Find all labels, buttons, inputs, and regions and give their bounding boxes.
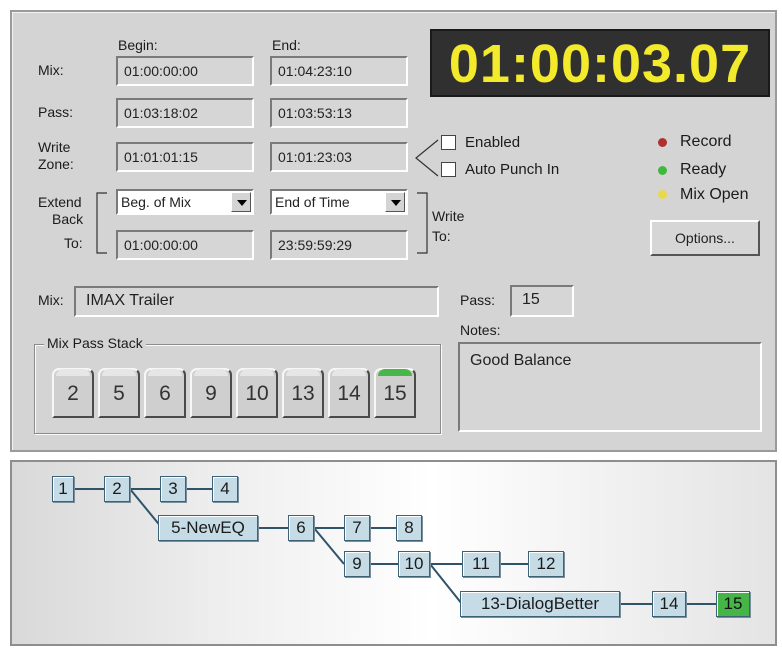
tree-node-12[interactable]: 12	[528, 551, 564, 577]
tree-node-3[interactable]: 3	[160, 476, 186, 502]
tree-node-4[interactable]: 4	[212, 476, 238, 502]
tree-node-6[interactable]: 6	[288, 515, 314, 541]
tree-node-8[interactable]: 8	[396, 515, 422, 541]
tree-node-10[interactable]: 10	[398, 551, 430, 577]
tree-node-11[interactable]: 11	[462, 551, 500, 577]
tree-node-9[interactable]: 9	[344, 551, 370, 577]
tree-node-14[interactable]: 14	[652, 591, 686, 617]
tree-node-13[interactable]: 13-DialogBetter	[460, 591, 620, 617]
tree-node-7[interactable]: 7	[344, 515, 370, 541]
tree-node-5[interactable]: 5-NewEQ	[158, 515, 258, 541]
tree-node-1[interactable]: 1	[52, 476, 74, 502]
tree-node-15[interactable]: 15	[716, 591, 750, 617]
tree-node-2[interactable]: 2	[104, 476, 130, 502]
pass-tree-links	[74, 488, 716, 605]
